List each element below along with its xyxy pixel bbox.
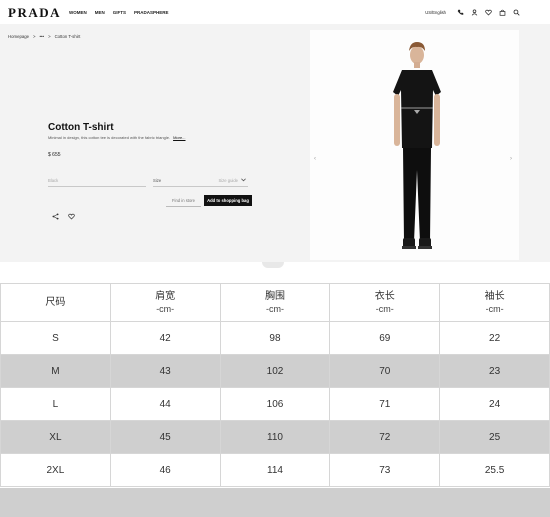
header-label: 肩宽	[155, 290, 176, 302]
size-chart-table: 尺码 肩宽 -cm- 胸围 -cm- 衣长 -cm- 袖长 -cm- S 42 98 6…	[0, 283, 550, 487]
table-header-cell: 尺码	[0, 283, 111, 322]
breadcrumb-separator: >	[48, 34, 51, 39]
heart-icon[interactable]	[485, 9, 492, 16]
table-cell: 44	[109, 387, 221, 421]
next-image-arrow-icon[interactable]: ›	[510, 156, 512, 162]
wishlist-heart-icon[interactable]	[68, 207, 75, 220]
table-cell: L	[0, 387, 111, 421]
header-tools: US/English	[425, 9, 520, 16]
table-cell: 106	[219, 387, 331, 421]
breadcrumb-separator: >	[33, 34, 36, 39]
bag-icon[interactable]	[499, 9, 506, 16]
table-cell: 42	[109, 321, 221, 355]
table-cell: 25.5	[439, 453, 550, 487]
product-description-text: Minimal in design, this cotton tee is de…	[48, 135, 171, 140]
table-header-row: 尺码 肩宽 -cm- 胸围 -cm- 衣长 -cm- 袖长 -cm-	[0, 283, 550, 322]
table-row: 2XL 46 114 73 25.5	[0, 453, 550, 487]
breadcrumb-home[interactable]: Homepage	[8, 34, 29, 39]
header-unit: -cm-	[485, 303, 504, 314]
table-cell: 25	[439, 420, 550, 454]
size-select-label: Size	[153, 177, 162, 183]
table-header-cell: 肩宽 -cm-	[109, 283, 221, 322]
product-image[interactable]	[310, 30, 519, 260]
phone-icon[interactable]	[457, 9, 464, 16]
table-row: S 42 98 69 22	[0, 321, 550, 355]
user-icon[interactable]	[471, 9, 478, 16]
find-in-store-button[interactable]: Find in store	[166, 195, 201, 207]
nav-pradasphere[interactable]: PRADASPHERE	[134, 10, 169, 15]
top-header: PRADA WOMEN MEN GIFTS PRADASPHERE US/Eng…	[0, 0, 550, 25]
table-row: L 44 106 71 24	[0, 387, 550, 421]
more-link[interactable]: More...	[173, 135, 185, 140]
header-unit: -cm-	[375, 303, 394, 314]
share-icon[interactable]	[52, 207, 59, 220]
product-title: Cotton T-shirt	[48, 122, 114, 133]
table-cell: 45	[109, 420, 221, 454]
table-cell: 71	[329, 387, 441, 421]
table-cell: M	[0, 354, 111, 388]
table-cell: 22	[439, 321, 550, 355]
search-icon[interactable]	[513, 9, 520, 16]
brand-logo[interactable]: PRADA	[8, 5, 61, 21]
model-figure	[393, 42, 441, 249]
table-cell: 23	[439, 354, 550, 388]
table-cell: XL	[0, 420, 111, 454]
header-label: 尺码	[45, 296, 66, 308]
main-nav: WOMEN MEN GIFTS PRADASPHERE	[69, 10, 169, 15]
product-description: Minimal in design, this cotton tee is de…	[48, 135, 186, 140]
table-cell: 72	[329, 420, 441, 454]
language-selector[interactable]: US/English	[425, 10, 446, 15]
table-cell: 2XL	[0, 453, 111, 487]
breadcrumb: Homepage > ••• > Cotton T-shirt	[8, 34, 80, 39]
table-row: M 43 102 70 23	[0, 354, 550, 388]
table-cell: 114	[219, 453, 331, 487]
header-label: 衣长	[374, 290, 395, 302]
table-cell: 73	[329, 453, 441, 487]
table-footer-band	[0, 488, 550, 517]
table-cell: 110	[219, 420, 331, 454]
table-cell: 70	[329, 354, 441, 388]
table-cell: 43	[109, 354, 221, 388]
add-to-bag-button[interactable]: Add to shopping bag	[204, 195, 252, 206]
nav-gifts[interactable]: GIFTS	[113, 10, 126, 15]
breadcrumb-current: Cotton T-shirt	[54, 34, 81, 39]
table-header-cell: 袖长 -cm-	[439, 283, 550, 322]
nav-women[interactable]: WOMEN	[69, 10, 87, 15]
table-cell: 24	[439, 387, 550, 421]
header-unit: -cm-	[156, 303, 175, 314]
table-cell: 98	[219, 321, 331, 355]
table-cell: 69	[329, 321, 441, 355]
size-guide-label: Size guide	[218, 177, 238, 183]
table-header-cell: 衣长 -cm-	[329, 283, 441, 322]
size-select[interactable]: Size Size guide	[153, 174, 248, 187]
color-select[interactable]: Black	[48, 174, 146, 187]
header-label: 胸围	[264, 290, 285, 302]
table-header-cell: 胸围 -cm-	[219, 283, 331, 322]
header-unit: -cm-	[265, 303, 284, 314]
size-guide[interactable]: Size guide	[218, 178, 246, 183]
nav-men[interactable]: MEN	[95, 10, 105, 15]
header-label: 袖长	[484, 290, 505, 302]
product-price: $ 655	[48, 152, 61, 158]
scroll-indicator	[262, 262, 284, 268]
product-section: Homepage > ••• > Cotton T-shirt Cotton T…	[0, 24, 550, 262]
table-cell: 102	[219, 354, 331, 388]
color-select-value: Black	[48, 177, 59, 183]
table-cell: S	[0, 321, 111, 355]
chevron-down-icon	[241, 177, 246, 183]
table-row: XL 45 110 72 25	[0, 420, 550, 454]
prev-image-arrow-icon[interactable]: ‹	[314, 156, 316, 162]
breadcrumb-ellipsis[interactable]: •••	[40, 34, 45, 39]
table-cell: 46	[109, 453, 221, 487]
